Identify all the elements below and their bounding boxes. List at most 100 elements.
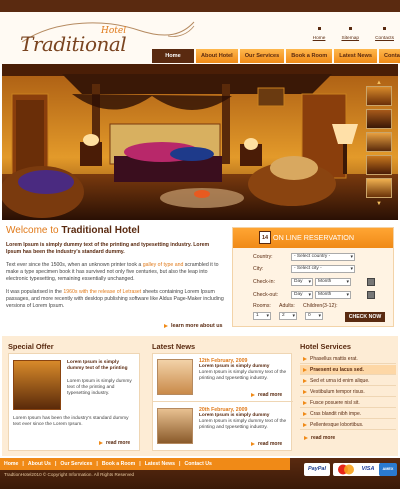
welcome-section: Welcome to Traditional Hotel Lorem Ipsum… bbox=[6, 225, 224, 329]
footer-link-services[interactable]: Our Services bbox=[60, 461, 92, 467]
toplink-home[interactable]: Home bbox=[312, 27, 326, 41]
reservation-panel: 14 ON LINE RESERVATION Country: - Select… bbox=[232, 227, 394, 327]
news-item: 20th February, 2009 Lorem Ipsum is simpl… bbox=[153, 403, 293, 451]
news-bold: Lorem Ipsum is simply dummy bbox=[199, 364, 270, 369]
toplink-home-label: Home bbox=[312, 36, 326, 41]
news-body: Lorem Ipsum is simply dummy Lorem Ipsum i… bbox=[199, 413, 289, 432]
hotel-services-column: Hotel Services Phasellus mattis erat. Pr… bbox=[296, 338, 398, 454]
services-read-more[interactable]: read more bbox=[304, 435, 335, 441]
service-item[interactable]: Phasellus mattis erat. bbox=[300, 354, 396, 364]
main-nav: Home About Hotel Our Services Book a Roo… bbox=[152, 49, 400, 63]
toplink-contacts[interactable]: Contacts bbox=[375, 27, 394, 41]
gallery-thumb[interactable] bbox=[366, 178, 392, 198]
gallery-thumb[interactable] bbox=[366, 155, 392, 175]
news-item: 12th February, 2009 Lorem Ipsum is simpl… bbox=[153, 354, 293, 402]
rooms-label: Rooms: bbox=[253, 303, 271, 309]
checkin-label: Check-in: bbox=[253, 279, 275, 285]
service-label: Sed et urna id enim alique. bbox=[310, 378, 370, 384]
learn-more-link[interactable]: learn more about us bbox=[164, 323, 223, 329]
special-offer-read-more[interactable]: read more bbox=[99, 440, 130, 446]
footer: Home | About Us | Our Services | Book a Roo… bbox=[0, 458, 400, 489]
adults-label: Adults: bbox=[279, 303, 295, 309]
gallery-thumb[interactable] bbox=[366, 109, 392, 129]
service-item[interactable]: Praesent eu lacus sed. bbox=[300, 365, 396, 375]
arrow-right-icon bbox=[251, 441, 255, 446]
check-now-button[interactable]: CHECK NOW bbox=[345, 312, 385, 322]
home-icon bbox=[317, 27, 321, 30]
visa-icon: VISA bbox=[355, 463, 381, 476]
p3-link[interactable]: 1960s with the release of Letraset bbox=[63, 289, 141, 295]
service-item[interactable]: Sed et urna id enim alique. bbox=[300, 376, 396, 386]
special-offer-title: Special Offer bbox=[8, 342, 54, 351]
service-item[interactable]: Fusce posuere nisl sit. bbox=[300, 398, 396, 408]
news-text-body: Lorem Ipsum is simply dummy text of the … bbox=[199, 370, 287, 382]
special-offer-text: Lorem Ipsum is simply dummy text of the … bbox=[67, 360, 137, 397]
service-item[interactable]: Cras blandit nibh impe. bbox=[300, 409, 396, 419]
news-text: 20th February, 2009 Lorem Ipsum is simpl… bbox=[199, 407, 289, 432]
news-read-more[interactable]: read more bbox=[251, 392, 282, 398]
news-read-more[interactable]: read more bbox=[251, 441, 282, 447]
footer-link-news[interactable]: Latest News bbox=[145, 461, 175, 467]
special-offer-box: Lorem Ipsum is simply dummy text of the … bbox=[8, 353, 140, 451]
footer-link-about[interactable]: About Us bbox=[28, 461, 51, 467]
chevron-down-icon[interactable]: ▼ bbox=[366, 201, 392, 207]
footer-link-book[interactable]: Book a Room bbox=[102, 461, 135, 467]
service-item[interactable]: Pellentesque lobortibus. bbox=[300, 420, 396, 430]
gallery-thumbnails: ▲ ▼ bbox=[366, 80, 392, 207]
service-item[interactable]: Vestibulum tempor risus. bbox=[300, 387, 396, 397]
children-select[interactable]: 0 bbox=[305, 312, 323, 320]
checkin-month-select[interactable]: Month bbox=[315, 278, 351, 286]
calendar-icon: 14 bbox=[259, 231, 271, 244]
latest-news-box: 12th February, 2009 Lorem Ipsum is simpl… bbox=[152, 353, 293, 451]
country-label: Country: bbox=[253, 254, 273, 260]
adults-select[interactable]: 2 bbox=[279, 312, 297, 320]
nav-about-hotel[interactable]: About Hotel bbox=[196, 49, 238, 63]
welcome-title: Welcome to Traditional Hotel bbox=[6, 225, 224, 236]
country-select[interactable]: - Select country - bbox=[291, 253, 355, 261]
sitemap-icon bbox=[348, 27, 352, 30]
hero-image: ▲ ▼ bbox=[2, 64, 398, 220]
read-more-label: read more bbox=[258, 441, 283, 447]
gallery-thumb[interactable] bbox=[366, 132, 392, 152]
footer-separator: | bbox=[22, 461, 24, 467]
arrow-right-icon bbox=[303, 389, 307, 394]
latest-news-column: Latest News 12th February, 2009 Lorem Ip… bbox=[148, 338, 294, 454]
checkout-day-select[interactable]: Day bbox=[291, 291, 313, 299]
arrow-right-icon bbox=[304, 435, 308, 440]
read-more-label: read more bbox=[311, 435, 336, 441]
nav-book-a-room[interactable]: Book a Room bbox=[286, 49, 333, 63]
city-select[interactable]: - Select city - bbox=[291, 265, 355, 273]
toplink-contacts-label: Contacts bbox=[375, 36, 394, 41]
nav-latest-news[interactable]: Latest News bbox=[334, 49, 377, 63]
welcome-title-a: Welcome to bbox=[6, 225, 62, 236]
news-text-body: Lorem Ipsum is simply dummy text of the … bbox=[199, 419, 287, 431]
special-offer-body: Lorem Ipsum is simply dummy text of the … bbox=[67, 378, 132, 397]
service-label: Praesent eu lacus sed. bbox=[310, 367, 364, 373]
read-more-label: read more bbox=[106, 440, 131, 446]
calendar-picker-icon[interactable] bbox=[367, 278, 375, 286]
gallery-thumb[interactable] bbox=[366, 86, 392, 106]
checkout-month-select[interactable]: Month bbox=[315, 291, 351, 299]
hotel-services-title: Hotel Services bbox=[300, 342, 351, 351]
footer-link-home[interactable]: Home bbox=[4, 461, 18, 467]
reservation-title: ON LINE RESERVATION bbox=[273, 233, 355, 242]
arrow-right-icon bbox=[99, 440, 103, 445]
p3-text-a: It was popularised in the bbox=[6, 289, 64, 295]
toplink-sitemap[interactable]: Sitemap bbox=[341, 27, 359, 41]
p2-link[interactable]: galley of type and bbox=[143, 262, 184, 268]
news-bold: Lorem Ipsum is simply dummy bbox=[199, 413, 270, 418]
arrow-right-icon bbox=[303, 411, 307, 416]
rooms-select[interactable]: 1 bbox=[253, 312, 271, 320]
amex-icon: AMEX bbox=[379, 463, 397, 476]
nav-contact-us[interactable]: Contact Us bbox=[378, 49, 400, 63]
learn-more-label: learn more about us bbox=[171, 323, 223, 329]
nav-our-services[interactable]: Our Services bbox=[239, 49, 285, 63]
contacts-icon bbox=[383, 27, 387, 30]
arrow-right-icon bbox=[303, 422, 307, 427]
nav-home[interactable]: Home bbox=[152, 49, 194, 63]
footer-link-contact[interactable]: Contact Us bbox=[184, 461, 211, 467]
checkin-day-select[interactable]: Day bbox=[291, 278, 313, 286]
calendar-picker-icon[interactable] bbox=[367, 291, 375, 299]
logo-subtext: Hotel bbox=[101, 26, 127, 36]
arrow-right-icon bbox=[303, 356, 307, 361]
